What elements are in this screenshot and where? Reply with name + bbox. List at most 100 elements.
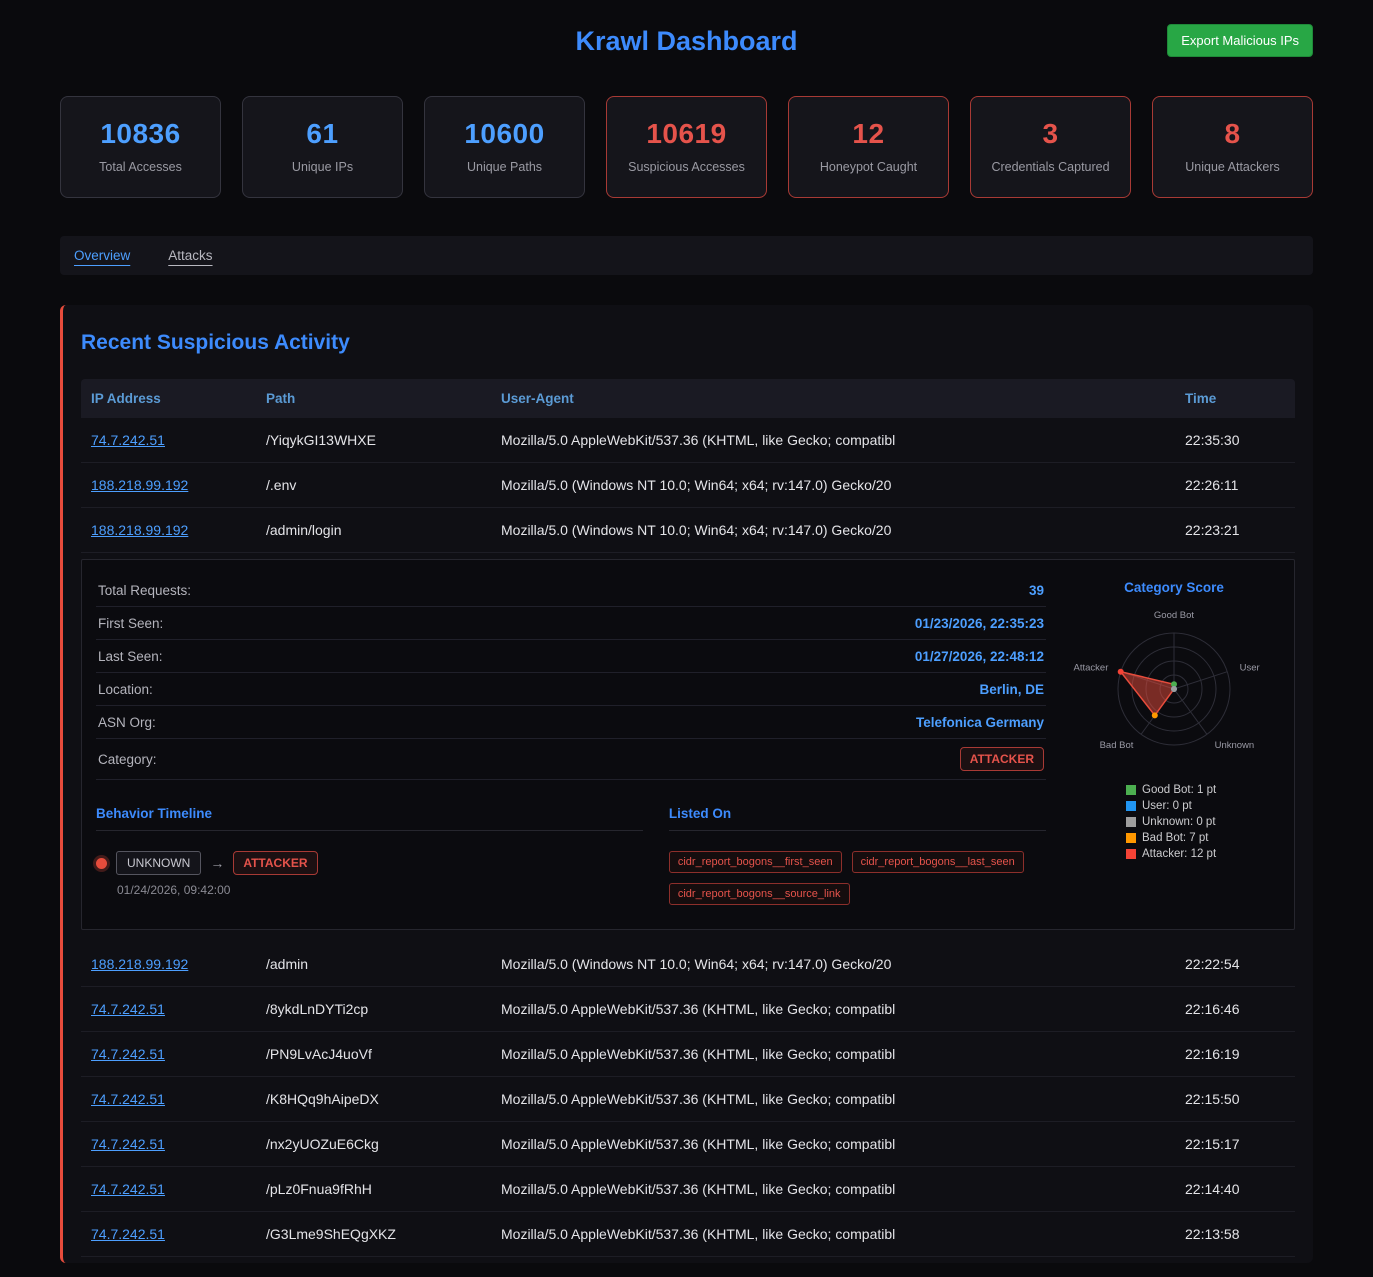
stat-label: Honeypot Caught [797,160,940,174]
column-header-ip: IP Address [81,379,256,418]
table-row[interactable]: 188.218.99.192/adminMozilla/5.0 (Windows… [81,942,1295,987]
export-malicious-ips-button[interactable]: Export Malicious IPs [1167,24,1313,57]
path-cell: /8ykdLnDYTi2cp [256,987,491,1031]
suspicious-activity-panel: Recent Suspicious Activity IP Address Pa… [60,305,1313,1263]
legend-item: Attacker: 12 pt [1126,848,1280,860]
ip-cell: 74.7.242.51 [81,987,256,1031]
stat-label: Suspicious Accesses [615,160,758,174]
legend-item: Unknown: 0 pt [1126,816,1280,828]
user-agent-cell: Mozilla/5.0 AppleWebKit/537.36 (KHTML, l… [491,1212,1175,1256]
table-row[interactable]: 74.7.242.51/pLz0Fnua9fRhHMozilla/5.0 App… [81,1167,1295,1212]
tab-bar: Overview Attacks [60,236,1313,275]
user-agent-cell: Mozilla/5.0 AppleWebKit/537.36 (KHTML, l… [491,1032,1175,1076]
ip-address-link[interactable]: 74.7.242.51 [91,432,165,448]
ip-cell: 74.7.242.51 [81,1212,256,1256]
timeline-event: UNKNOWN → ATTACKER [96,851,643,875]
category-score-section: Category Score Good BotUserUnknownBad Bo… [1068,574,1280,905]
ip-address-link[interactable]: 74.7.242.51 [91,1001,165,1017]
listed-on-title: Listed On [669,806,1046,831]
detail-field: ASN Org: Telefonica Germany [96,706,1046,739]
legend-item: User: 0 pt [1126,800,1280,812]
stat-label: Credentials Captured [979,160,1122,174]
listed-on-badge[interactable]: cidr_report_bogons__last_seen [852,851,1024,873]
header: Krawl Dashboard Export Malicious IPs [60,0,1313,74]
table-row[interactable]: 74.7.242.51/K8HQq9hAipeDXMozilla/5.0 App… [81,1077,1295,1122]
stat-value: 3 [979,118,1122,150]
arrow-right-icon: → [210,855,224,871]
ip-cell: 74.7.242.51 [81,418,256,462]
ip-cell: 74.7.242.51 [81,1122,256,1166]
behavior-timeline-section: Behavior Timeline UNKNOWN → ATTACKER 01/… [96,806,643,905]
stat-value: 10600 [433,118,576,150]
path-cell: /YiqykGI13WHXE [256,418,491,462]
time-cell: 22:15:17 [1175,1122,1295,1166]
legend-item: Bad Bot: 7 pt [1126,832,1280,844]
table-row[interactable]: 188.218.99.192/.envMozilla/5.0 (Windows … [81,463,1295,508]
legend-label: Good Bot: 1 pt [1142,784,1216,796]
tab-overview[interactable]: Overview [74,248,130,263]
table-row[interactable]: 74.7.242.51/G3Lme9ShEQgXKZMozilla/5.0 Ap… [81,1212,1295,1257]
stat-card: 10619 Suspicious Accesses [606,96,767,198]
ip-address-link[interactable]: 188.218.99.192 [91,522,188,538]
field-value: 01/27/2026, 22:48:12 [915,649,1044,664]
field-label: ASN Org: [98,715,156,730]
ip-address-link[interactable]: 74.7.242.51 [91,1091,165,1107]
legend-label: Unknown: 0 pt [1142,816,1216,828]
path-cell: /nx2yUOZuE6Ckg [256,1122,491,1166]
table-row[interactable]: 74.7.242.51/nx2yUOZuE6CkgMozilla/5.0 App… [81,1122,1295,1167]
stat-card: 12Honeypot Caught [788,96,949,198]
column-header-user-agent: User-Agent [491,379,1175,418]
path-cell: /PN9LvAcJ4uoVf [256,1032,491,1076]
field-value: 01/23/2026, 22:35:23 [915,616,1044,631]
path-cell: /.env [256,463,491,507]
listed-on-badge[interactable]: cidr_report_bogons__first_seen [669,851,842,873]
field-value: Telefonica Germany [916,715,1044,730]
user-agent-cell: Mozilla/5.0 (Windows NT 10.0; Win64; x64… [491,942,1175,986]
time-cell: 22:15:50 [1175,1077,1295,1121]
user-agent-cell: Mozilla/5.0 AppleWebKit/537.36 (KHTML, l… [491,987,1175,1031]
legend-swatch [1126,785,1136,795]
table-row[interactable]: 74.7.242.51/8ykdLnDYTi2cpMozilla/5.0 App… [81,987,1295,1032]
legend-swatch [1126,849,1136,859]
legend-label: Attacker: 12 pt [1142,848,1216,860]
radar-legend: Good Bot: 1 pt User: 0 pt Unknown: 0 pt Bad… [1126,784,1280,860]
stat-value: 61 [251,118,394,150]
timeline-from-badge: UNKNOWN [116,851,201,875]
ip-address-link[interactable]: 74.7.242.51 [91,1226,165,1242]
time-cell: 22:23:21 [1175,508,1295,552]
ip-address-link[interactable]: 74.7.242.51 [91,1181,165,1197]
category-score-radar-chart: Good BotUserUnknownBad BotAttacker [1068,597,1280,773]
table-header-row: IP Address Path User-Agent Time [81,379,1295,418]
stat-card: 8Unique Attackers [1152,96,1313,198]
stat-value: 10619 [615,118,758,150]
stat-label: Unique IPs [251,160,394,174]
tab-attacks[interactable]: Attacks [168,248,212,263]
ip-address-link[interactable]: 188.218.99.192 [91,477,188,493]
stat-value: 8 [1161,118,1304,150]
time-cell: 22:26:11 [1175,463,1295,507]
stat-label: Unique Paths [433,160,576,174]
ip-address-link[interactable]: 74.7.242.51 [91,1136,165,1152]
table-row[interactable]: 74.7.242.51/PN9LvAcJ4uoVfMozilla/5.0 App… [81,1032,1295,1077]
ip-cell: 74.7.242.51 [81,1167,256,1211]
table-row[interactable]: 74.7.242.51/YiqykGI13WHXEMozilla/5.0 App… [81,418,1295,463]
behavior-timeline-title: Behavior Timeline [96,806,643,831]
stat-card: 10600 Unique Paths [424,96,585,198]
field-value: 39 [1029,583,1044,598]
legend-swatch [1126,833,1136,843]
ip-address-link[interactable]: 74.7.242.51 [91,1046,165,1062]
table-row[interactable]: 188.218.99.192/admin/loginMozilla/5.0 (W… [81,508,1295,553]
radar-chart-title: Category Score [1068,580,1280,595]
ip-detail-panel: Total Requests:39First Seen:01/23/2026, … [81,559,1295,930]
column-header-path: Path [256,379,491,418]
legend-swatch [1126,817,1136,827]
user-agent-cell: Mozilla/5.0 AppleWebKit/537.36 (KHTML, l… [491,1077,1175,1121]
svg-text:Good Bot: Good Bot [1154,610,1194,621]
field-label: Location: [98,682,153,697]
user-agent-cell: Mozilla/5.0 AppleWebKit/537.36 (KHTML, l… [491,418,1175,462]
field-label: Last Seen: [98,649,163,664]
ip-address-link[interactable]: 188.218.99.192 [91,956,188,972]
listed-on-badge[interactable]: cidr_report_bogons__source_link [669,883,850,905]
ip-detail-info: Total Requests:39First Seen:01/23/2026, … [96,574,1068,905]
timeline-dot-icon [96,858,107,869]
